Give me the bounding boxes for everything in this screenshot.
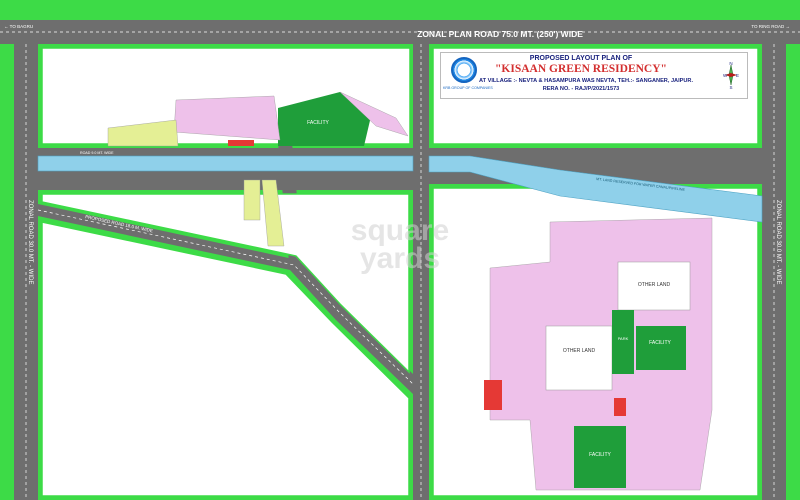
compass-n: N	[729, 61, 732, 66]
other-land-2-label: OTHER LAND	[563, 348, 596, 354]
facility-top-label: FACILITY	[307, 120, 329, 126]
title-pre: PROPOSED LAYOUT PLAN OF	[529, 55, 633, 62]
plots-bottom-yellow	[243, 179, 261, 221]
compass-icon: N S W E	[723, 61, 739, 89]
park-label: PARK	[618, 336, 629, 341]
zonal-left-label: ZONAL ROAD 30.0 MT. - WIDE	[27, 200, 33, 284]
small-red-block-2	[484, 380, 502, 410]
title-box: KRB GROUP OF COMPANIES PROPOSED LAYOUT P…	[440, 52, 748, 99]
other-land-2-area	[545, 325, 613, 391]
facility-right-label: FACILITY	[649, 340, 671, 346]
top-road-label: ZONAL PLAN ROAD 75.0 MT. (250') WIDE	[417, 29, 583, 39]
compass-s: S	[729, 85, 732, 89]
rera-number: RERA NO. - RAJ/P/2021/1573	[542, 86, 620, 92]
to-left-label: ← TO BAGRU	[4, 24, 33, 29]
facility-right-area	[636, 326, 686, 370]
small-red-block-3	[614, 398, 626, 416]
road-small-label: ROAD 9.0 MT. WIDE	[80, 151, 114, 155]
project-name: "KISAAN GREEN RESIDENCY"	[495, 63, 667, 75]
other-land-1-label: OTHER LAND	[638, 282, 671, 288]
to-right-label: TO RING ROAD →	[751, 24, 790, 29]
park-area	[612, 310, 634, 374]
facility-bottom-label: FACILITY	[589, 452, 611, 458]
compass-e: E	[736, 73, 739, 78]
village-line: AT VILLAGE :- NEVTA & HASAMPURA WAS NEVT…	[479, 78, 694, 84]
plots-top-strip	[173, 95, 281, 141]
small-red-block-1	[228, 140, 254, 146]
watermark-line2: yards	[360, 242, 440, 275]
canal-left	[37, 155, 414, 172]
zonal-right-label: ZONAL ROAD 30.0 MT. - WIDE	[775, 200, 781, 284]
